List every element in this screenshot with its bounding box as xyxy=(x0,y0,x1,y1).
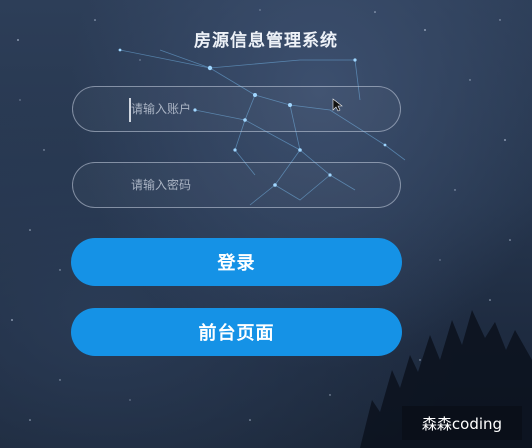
account-field[interactable] xyxy=(72,86,401,132)
login-button[interactable]: 登录 xyxy=(71,238,402,286)
front-page-button[interactable]: 前台页面 xyxy=(71,308,402,356)
password-input[interactable] xyxy=(73,163,400,207)
mouse-cursor-icon xyxy=(332,98,343,112)
starfield-background xyxy=(11,9,532,448)
text-caret xyxy=(129,98,131,122)
password-field[interactable] xyxy=(72,162,401,208)
page-title: 房源信息管理系统 xyxy=(194,31,338,51)
watermark: 森森coding xyxy=(402,406,522,440)
account-input[interactable] xyxy=(73,87,400,131)
